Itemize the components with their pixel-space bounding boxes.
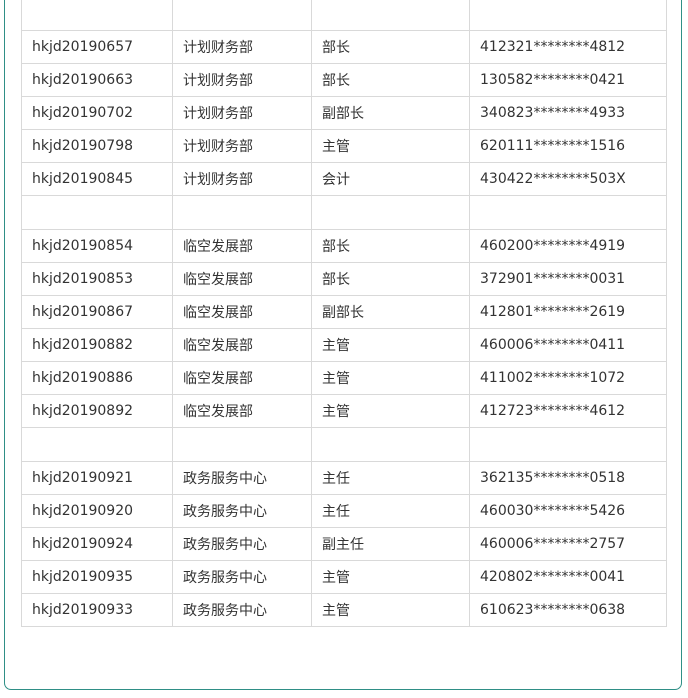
table-row: hkjd20190892 临空发展部 主管 412723********4612 [21,394,667,428]
table-row: hkjd20190853 临空发展部 部长 372901********0031 [21,262,667,296]
table-row: hkjd20190924 政务服务中心 副主任 460006********2757 [21,527,667,561]
department-cell: 政务服务中心 [172,461,312,495]
table-cell [172,0,312,31]
employee-id-cell: hkjd20190886 [21,361,173,395]
position-cell: 副部长 [311,96,470,130]
employee-id-cell: hkjd20190657 [21,30,173,64]
position-cell: 部长 [311,262,470,296]
table-row: hkjd20190882 临空发展部 主管 460006********0411 [21,328,667,362]
department-cell: 政务服务中心 [172,494,312,528]
table-cell [172,195,312,230]
table-row: hkjd20190854 临空发展部 部长 460200********4919 [21,229,667,263]
employee-id-cell: hkjd20190798 [21,129,173,163]
staff-table-container: hkjd20190657 计划财务部 部长 412321********4812 hkj… [21,0,667,627]
department-cell: 计划财务部 [172,129,312,163]
position-cell: 部长 [311,229,470,263]
id-number-cell: 412801********2619 [469,295,667,329]
position-cell: 主任 [311,494,470,528]
employee-id-cell: hkjd20190853 [21,262,173,296]
id-number-cell: 460030********5426 [469,494,667,528]
department-cell: 临空发展部 [172,394,312,428]
position-cell: 主管 [311,328,470,362]
employee-id-cell: hkjd20190854 [21,229,173,263]
table-spacer-row [21,0,667,31]
position-cell: 副主任 [311,527,470,561]
id-number-cell: 412723********4612 [469,394,667,428]
department-cell: 政务服务中心 [172,560,312,594]
table-row: hkjd20190921 政务服务中心 主任 362135********0518 [21,461,667,495]
position-cell: 主管 [311,394,470,428]
position-cell: 主管 [311,560,470,594]
table-row: hkjd20190933 政务服务中心 主管 610623********0638 [21,593,667,627]
department-cell: 临空发展部 [172,361,312,395]
table-row: hkjd20190935 政务服务中心 主管 420802********0041 [21,560,667,594]
employee-id-cell: hkjd20190935 [21,560,173,594]
table-row: hkjd20190867 临空发展部 副部长 412801********2619 [21,295,667,329]
department-cell: 政务服务中心 [172,527,312,561]
position-cell: 会计 [311,162,470,196]
id-number-cell: 610623********0638 [469,593,667,627]
employee-id-cell: hkjd20190921 [21,461,173,495]
id-number-cell: 460200********4919 [469,229,667,263]
table-row: hkjd20190845 计划财务部 会计 430422********503X [21,162,667,196]
department-cell: 计划财务部 [172,96,312,130]
id-number-cell: 362135********0518 [469,461,667,495]
id-number-cell: 420802********0041 [469,560,667,594]
position-cell: 部长 [311,30,470,64]
id-number-cell: 372901********0031 [469,262,667,296]
table-cell [311,427,470,462]
id-number-cell: 130582********0421 [469,63,667,97]
employee-id-cell: hkjd20190933 [21,593,173,627]
table-row: hkjd20190920 政务服务中心 主任 460030********5426 [21,494,667,528]
position-cell: 部长 [311,63,470,97]
id-number-cell: 620111********1516 [469,129,667,163]
staff-table-body: hkjd20190657 计划财务部 部长 412321********4812 hkj… [21,0,667,627]
table-cell [21,427,173,462]
position-cell: 主管 [311,593,470,627]
id-number-cell: 460006********0411 [469,328,667,362]
table-row: hkjd20190886 临空发展部 主管 411002********1072 [21,361,667,395]
department-cell: 临空发展部 [172,229,312,263]
table-row: hkjd20190663 计划财务部 部长 130582********0421 [21,63,667,97]
department-cell: 临空发展部 [172,262,312,296]
employee-id-cell: hkjd20190892 [21,394,173,428]
department-cell: 临空发展部 [172,328,312,362]
employee-id-cell: hkjd20190702 [21,96,173,130]
id-number-cell: 340823********4933 [469,96,667,130]
department-cell: 政务服务中心 [172,593,312,627]
table-cell [469,0,667,31]
table-cell [311,0,470,31]
table-cell [21,195,173,230]
department-cell: 计划财务部 [172,63,312,97]
table-cell [21,0,173,31]
table-cell [311,195,470,230]
id-number-cell: 412321********4812 [469,30,667,64]
department-cell: 计划财务部 [172,30,312,64]
employee-id-cell: hkjd20190867 [21,295,173,329]
id-number-cell: 460006********2757 [469,527,667,561]
table-cell [469,195,667,230]
id-number-cell: 411002********1072 [469,361,667,395]
position-cell: 主任 [311,461,470,495]
position-cell: 主管 [311,129,470,163]
id-number-cell: 430422********503X [469,162,667,196]
employee-id-cell: hkjd20190920 [21,494,173,528]
employee-id-cell: hkjd20190924 [21,527,173,561]
department-cell: 临空发展部 [172,295,312,329]
position-cell: 副部长 [311,295,470,329]
table-spacer-row [21,195,667,230]
employee-id-cell: hkjd20190845 [21,162,173,196]
table-row: hkjd20190798 计划财务部 主管 620111********1516 [21,129,667,163]
table-spacer-row [21,427,667,462]
table-row: hkjd20190657 计划财务部 部长 412321********4812 [21,30,667,64]
table-row: hkjd20190702 计划财务部 副部长 340823********4933 [21,96,667,130]
staff-table: hkjd20190657 计划财务部 部长 412321********4812 hkj… [21,0,667,627]
position-cell: 主管 [311,361,470,395]
department-cell: 计划财务部 [172,162,312,196]
table-cell [172,427,312,462]
employee-id-cell: hkjd20190663 [21,63,173,97]
employee-id-cell: hkjd20190882 [21,328,173,362]
table-cell [469,427,667,462]
